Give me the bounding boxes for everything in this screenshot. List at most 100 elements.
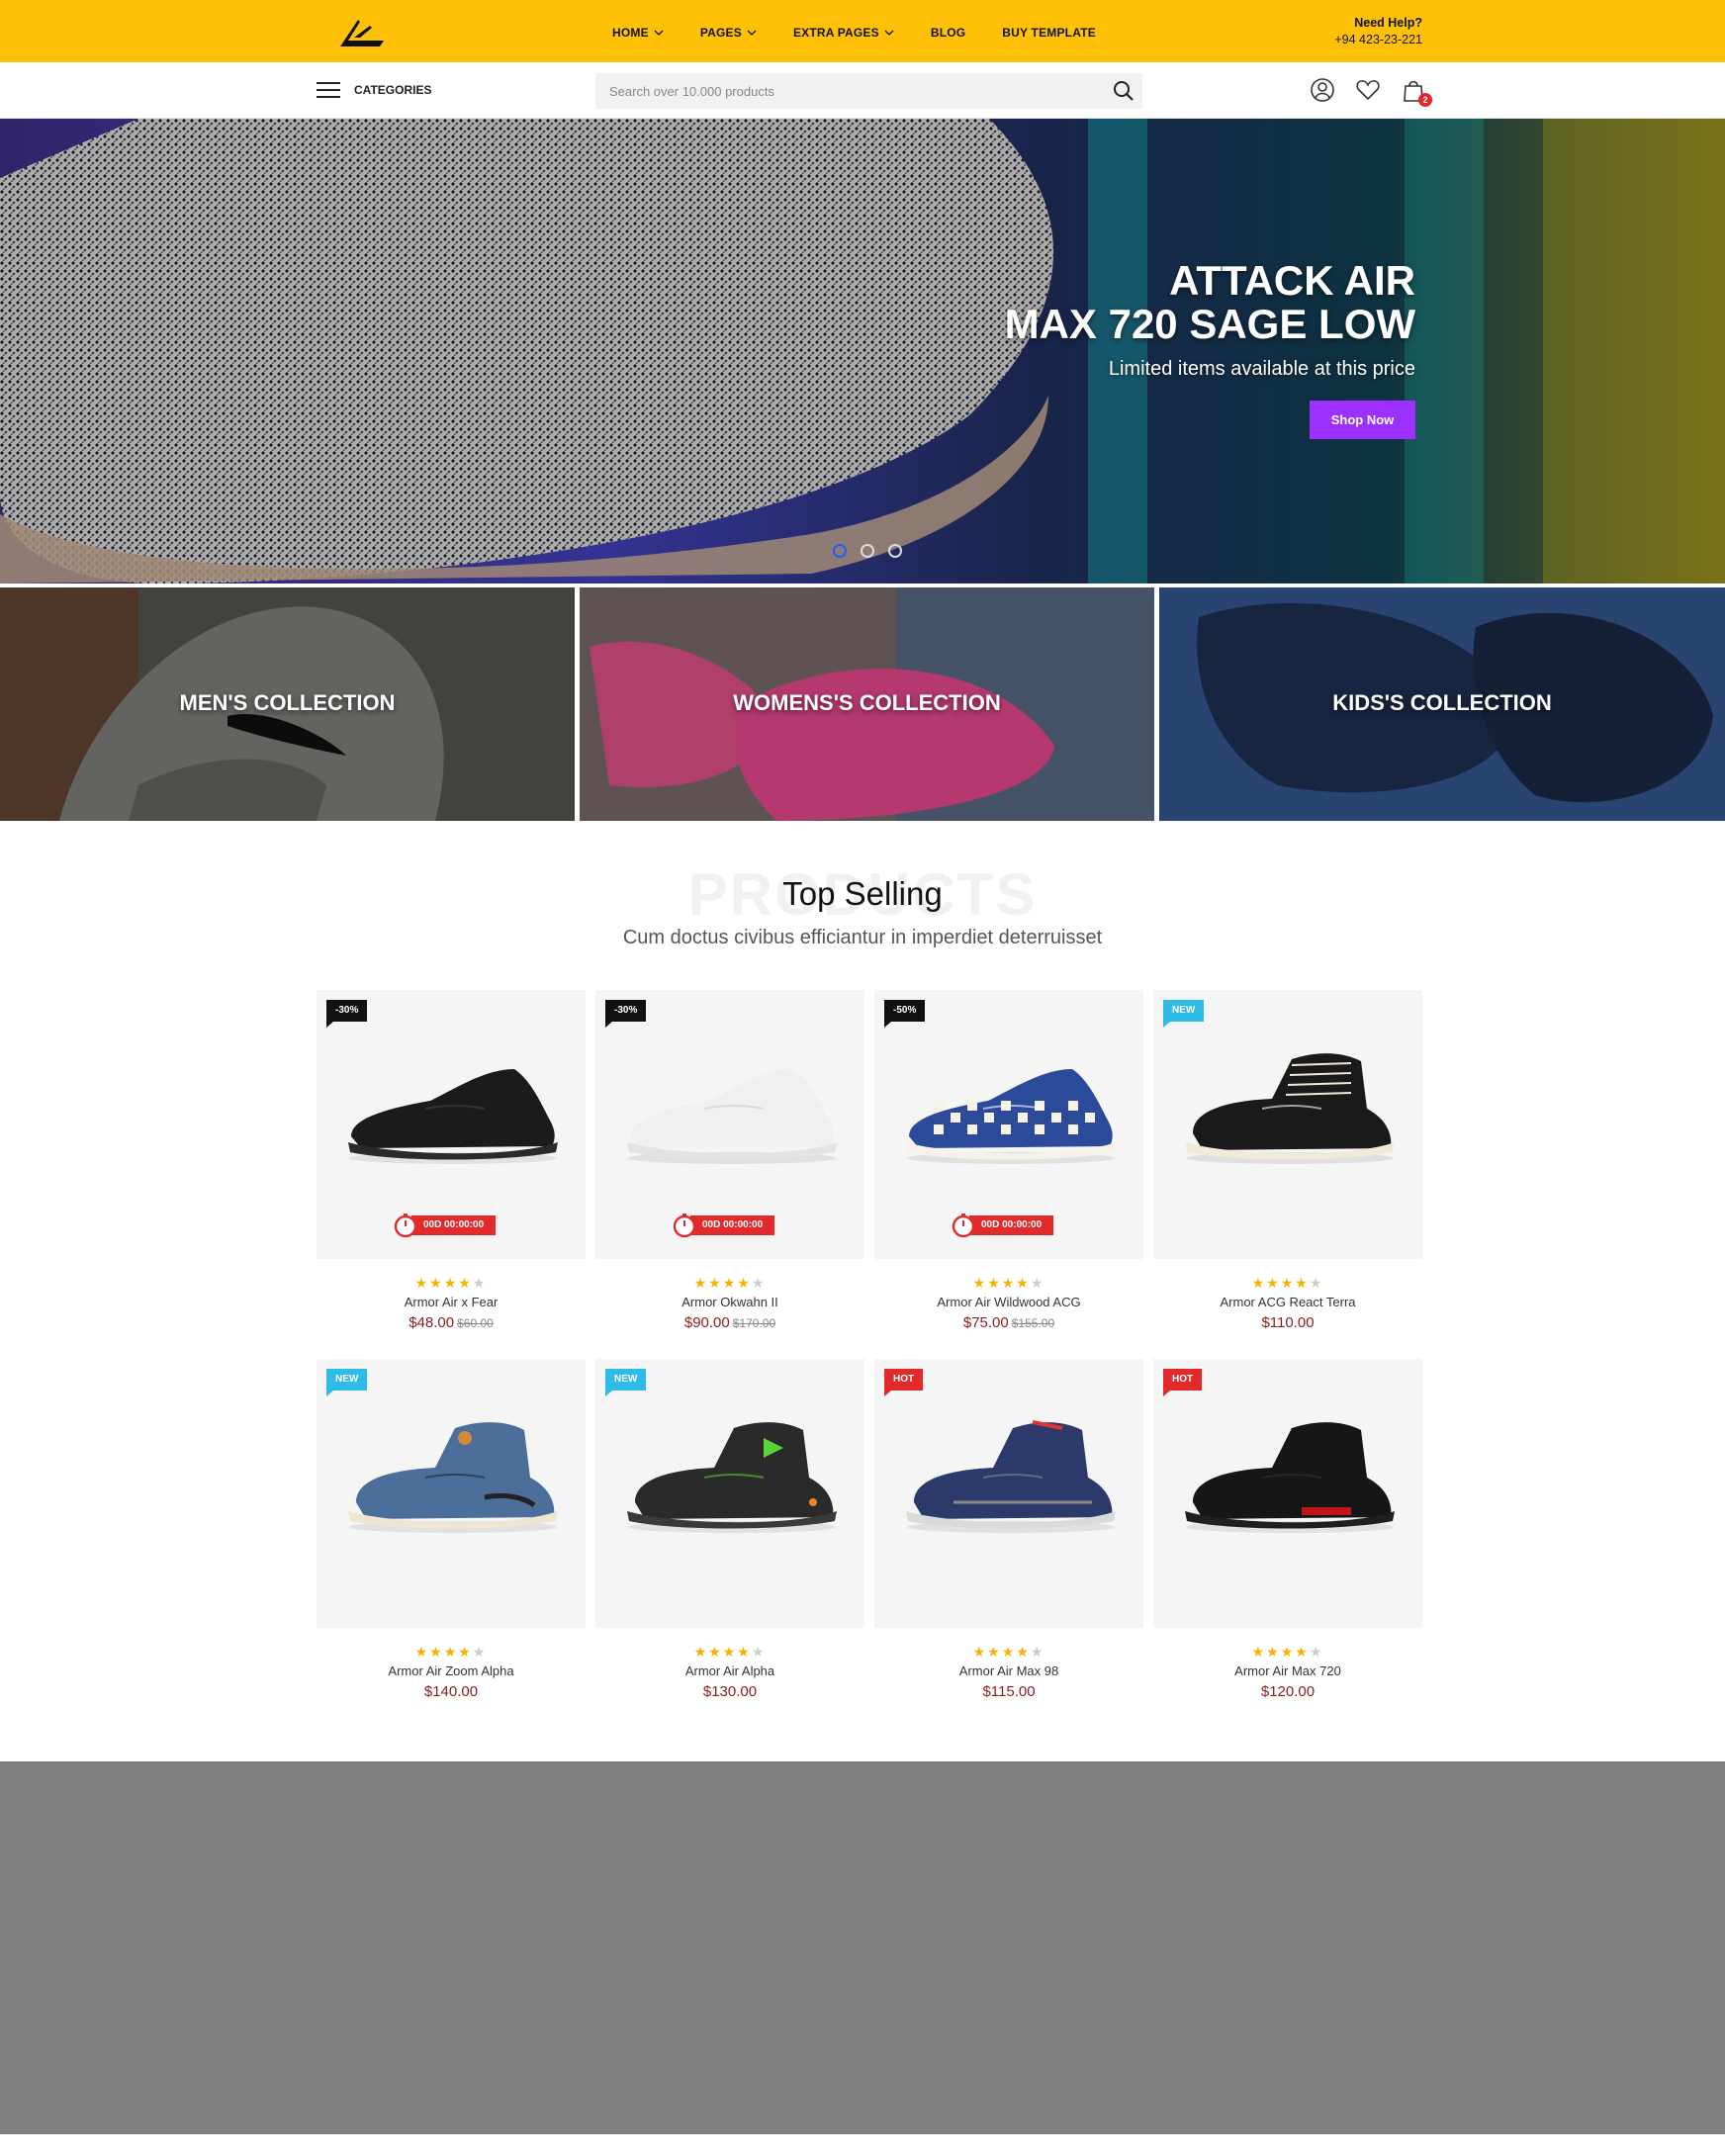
product-name[interactable]: Armor Air Zoom Alpha	[317, 1663, 586, 1678]
star-icon: ★	[708, 1275, 723, 1291]
slider-pagination	[833, 544, 902, 558]
product-card[interactable]: HOT ★★★★★ Armor Air Max 720 $120.00	[1153, 1359, 1422, 1725]
search-input[interactable]	[595, 73, 1142, 109]
product-shoe-image	[348, 1422, 558, 1533]
stopwatch-icon	[952, 1213, 975, 1237]
footer-area	[0, 1761, 1725, 2134]
product-image[interactable]: -30% 00D 00:00:00	[595, 990, 864, 1259]
nav-item-buy-template[interactable]: BUY TEMPLATE	[1002, 26, 1096, 40]
kids-collection-banner[interactable]: KIDS'S COLLECTION	[1159, 587, 1725, 821]
chevron-down-icon	[884, 30, 894, 36]
nav-item-blog[interactable]: BLOG	[931, 26, 965, 40]
star-icon: ★	[972, 1644, 988, 1660]
product-shoe-image	[1185, 1422, 1395, 1533]
product-name[interactable]: Armor Okwahn II	[595, 1295, 864, 1309]
nav-item-home[interactable]: HOME	[612, 26, 664, 40]
star-icon: ★	[472, 1644, 488, 1660]
star-icon: ★	[472, 1275, 488, 1291]
countdown-timer: 00D 00:00:00	[673, 1213, 775, 1237]
product-name[interactable]: Armor Air x Fear	[317, 1295, 586, 1309]
cart-button[interactable]: 2	[1401, 77, 1432, 107]
product-image[interactable]: HOT	[1153, 1359, 1422, 1628]
star-icon: ★	[972, 1275, 988, 1291]
star-icon: ★	[987, 1644, 1002, 1660]
star-icon: ★	[1251, 1644, 1267, 1660]
account-icon[interactable]	[1310, 77, 1335, 103]
stopwatch-icon	[394, 1213, 417, 1237]
nav-item-extra-pages[interactable]: EXTRA PAGES	[793, 26, 894, 40]
countdown-timer: 00D 00:00:00	[394, 1213, 497, 1237]
product-card[interactable]: -50% 00D 00:00:00 ★★★★★ Armor Air Wildwo…	[874, 990, 1143, 1356]
categories-button[interactable]: CATEGORIES	[317, 80, 431, 100]
star-icon: ★	[693, 1275, 709, 1291]
top-header: HOME PAGES EXTRA PAGES BLOG BUY TEMPLATE Nee…	[0, 0, 1725, 62]
product-price-block: $75.00 $155.00	[874, 1314, 1143, 1331]
slide-dot-3[interactable]	[888, 544, 902, 558]
search-icon[interactable]	[1113, 80, 1135, 102]
hero-title-line2: MAX 720 SAGE LOW	[1004, 301, 1415, 347]
nav-item-pages[interactable]: PAGES	[700, 26, 757, 40]
top-selling-header: PRODUCTS Top Selling Cum doctus civibus …	[0, 860, 1725, 949]
cart-count-badge: 2	[1418, 93, 1432, 107]
product-name[interactable]: Armor ACG React Terra	[1153, 1295, 1422, 1309]
product-card[interactable]: NEW ★★★★★ Armor Air Zoom Alpha $140.00	[317, 1359, 586, 1725]
star-icon: ★	[708, 1644, 723, 1660]
product-image[interactable]: NEW	[317, 1359, 586, 1628]
product-price: $140.00	[423, 1683, 479, 1700]
product-shoe-image	[906, 1420, 1116, 1533]
product-price: $120.00	[1260, 1683, 1316, 1700]
product-name[interactable]: Armor Air Wildwood ACG	[874, 1295, 1143, 1309]
product-tag-badge: -30%	[605, 1000, 647, 1028]
product-card[interactable]: -30% 00D 00:00:00 ★★★★★ Armor Okwahn II …	[595, 990, 864, 1356]
product-image[interactable]: -30% 00D 00:00:00	[317, 990, 586, 1259]
star-icon: ★	[1295, 1644, 1310, 1660]
wishlist-heart-icon[interactable]	[1355, 77, 1381, 103]
product-price: $75.00	[962, 1314, 1009, 1331]
star-icon: ★	[737, 1275, 752, 1291]
product-card[interactable]: -30% 00D 00:00:00 ★★★★★ Armor Air x Fear…	[317, 990, 586, 1356]
shop-now-button[interactable]: Shop Now	[1310, 401, 1415, 439]
slide-dot-2[interactable]	[861, 544, 874, 558]
slide-dot-1[interactable]	[833, 544, 847, 558]
help-phone[interactable]: +94 423-23-221	[1334, 32, 1422, 48]
product-name[interactable]: Armor Air Alpha	[595, 1663, 864, 1678]
product-rating: ★★★★★	[317, 1644, 586, 1661]
product-card[interactable]: HOT ★★★★★ Armor Air Max 98 $115.00	[874, 1359, 1143, 1725]
categories-label: CATEGORIES	[354, 83, 432, 97]
star-icon: ★	[429, 1275, 444, 1291]
hero-background-image	[0, 119, 1725, 584]
product-rating: ★★★★★	[317, 1275, 586, 1292]
search-box	[595, 73, 1142, 109]
countdown-timer: 00D 00:00:00	[952, 1213, 1054, 1237]
product-image[interactable]: NEW	[1153, 990, 1422, 1259]
chevron-down-icon	[747, 30, 757, 36]
star-icon: ★	[751, 1644, 767, 1660]
product-image[interactable]: -50% 00D 00:00:00	[874, 990, 1143, 1259]
product-name[interactable]: Armor Air Max 720	[1153, 1663, 1422, 1678]
product-tag-badge: -50%	[884, 1000, 926, 1028]
star-icon: ★	[1309, 1275, 1324, 1291]
star-icon: ★	[414, 1275, 430, 1291]
product-shoe-image	[348, 1069, 558, 1164]
star-icon: ★	[1280, 1275, 1296, 1291]
womens-collection-banner[interactable]: WOMENS'S COLLECTION	[580, 587, 1154, 821]
mens-collection-banner[interactable]: MEN'S COLLECTION	[0, 587, 575, 821]
product-card[interactable]: NEW ★★★★★ Armor Air Alpha $130.00	[595, 1359, 864, 1725]
product-tag-badge: -30%	[326, 1000, 368, 1028]
product-old-price: $170.00	[732, 1316, 776, 1330]
product-card[interactable]: NEW ★★★★★ Armor ACG React Terra $110.00	[1153, 990, 1422, 1356]
product-price-block: $48.00 $60.00	[317, 1314, 586, 1331]
star-icon: ★	[987, 1275, 1002, 1291]
product-price-block: $140.00	[317, 1683, 586, 1700]
womens-collection-label: WOMENS'S COLLECTION	[733, 690, 1001, 715]
section-title: Top Selling	[782, 875, 943, 912]
product-image[interactable]: NEW	[595, 1359, 864, 1628]
product-name[interactable]: Armor Air Max 98	[874, 1663, 1143, 1678]
nav-item-label: EXTRA PAGES	[792, 26, 879, 40]
hero-title-line1: ATTACK AIR	[1169, 257, 1415, 304]
product-tag-badge: NEW	[605, 1369, 647, 1396]
star-icon: ★	[722, 1275, 738, 1291]
product-rating: ★★★★★	[874, 1275, 1143, 1292]
brand-logo-icon[interactable]	[336, 14, 388, 49]
product-image[interactable]: HOT	[874, 1359, 1143, 1628]
